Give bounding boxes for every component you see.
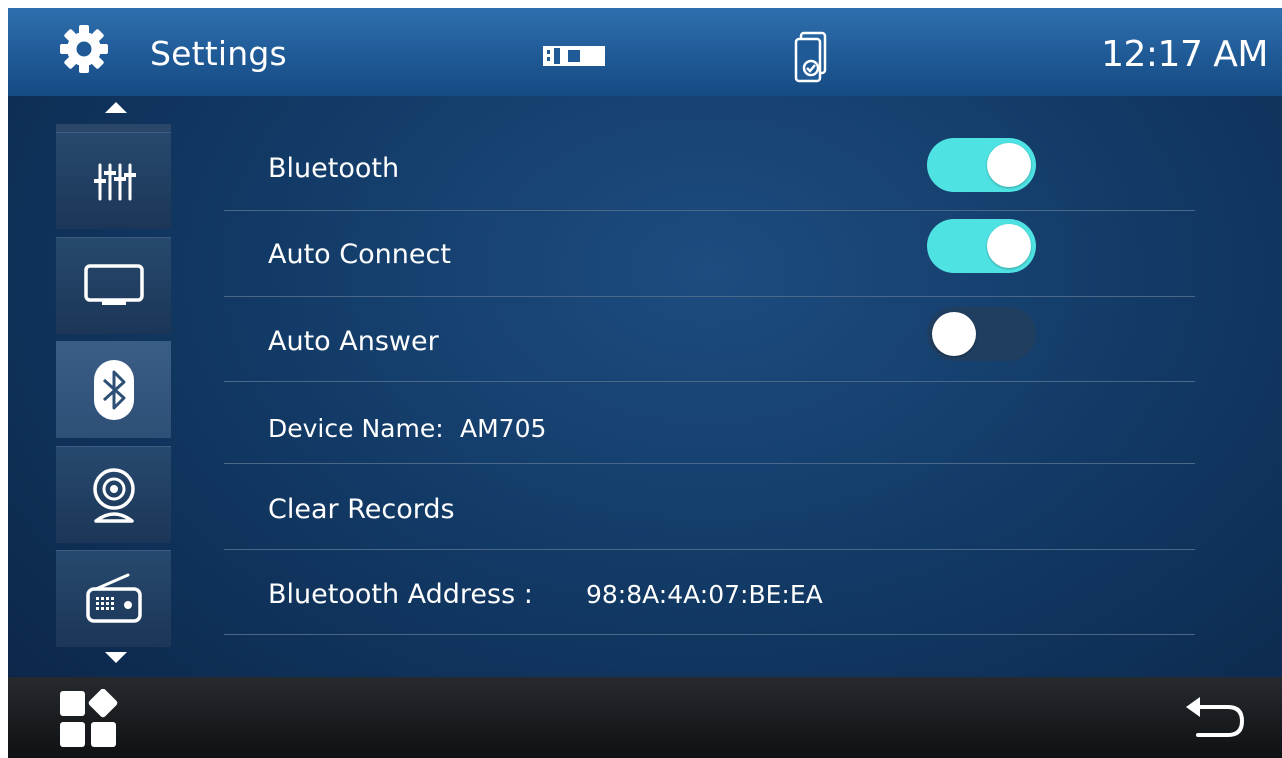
- scroll-up-arrow-icon[interactable]: [105, 102, 127, 113]
- page-title: Settings: [150, 34, 287, 73]
- sidebar-item-radio[interactable]: [56, 550, 171, 647]
- bluetooth-toggle[interactable]: [927, 138, 1036, 192]
- device-name-value: AM705: [460, 414, 547, 443]
- equalizer-icon: [93, 163, 136, 201]
- sidebar-item-camera[interactable]: [56, 446, 171, 543]
- auto-connect-toggle[interactable]: [927, 219, 1036, 273]
- sidebar-top-strip: [56, 124, 171, 132]
- bottom-bar: [8, 677, 1282, 758]
- bluetooth-label: Bluetooth: [268, 153, 400, 184]
- toggle-knob: [987, 224, 1031, 268]
- clear-records-label: Clear Records: [268, 494, 455, 525]
- clock: 12:17 AM: [1101, 34, 1268, 75]
- back-icon[interactable]: [1184, 695, 1248, 741]
- auto-answer-toggle[interactable]: [927, 307, 1036, 361]
- monitor-icon: [83, 264, 144, 305]
- setting-row-clear-records[interactable]: Clear Records: [224, 464, 1195, 550]
- radio-icon: [85, 573, 142, 623]
- scroll-down-arrow-icon[interactable]: [105, 652, 127, 663]
- toggle-knob: [932, 312, 976, 356]
- usb-icon: [543, 46, 605, 66]
- settings-screen: Settings 12:17 AM Bluetooth Auto Connect…: [8, 8, 1282, 758]
- gear-icon[interactable]: [58, 23, 110, 75]
- auto-answer-label: Auto Answer: [268, 326, 439, 357]
- bluetooth-icon: [93, 360, 134, 420]
- sidebar-item-display[interactable]: [56, 237, 171, 334]
- setting-row-auto-answer: Auto Answer: [224, 296, 1195, 382]
- phone-connection-icon: [794, 31, 827, 83]
- toggle-knob: [987, 143, 1031, 187]
- auto-connect-label: Auto Connect: [268, 239, 451, 270]
- header-bar: Settings 12:17 AM: [8, 8, 1282, 96]
- sidebar-item-bluetooth[interactable]: [56, 341, 171, 438]
- apps-icon[interactable]: [58, 689, 118, 749]
- setting-row-device-name[interactable]: Device Name: AM705: [224, 382, 1195, 464]
- bluetooth-address-label: Bluetooth Address :: [268, 579, 533, 610]
- setting-row-auto-connect: Auto Connect: [224, 211, 1195, 297]
- setting-row-bluetooth-address: Bluetooth Address : 98:8A:4A:07:BE:EA: [224, 549, 1195, 635]
- sidebar-item-equalizer[interactable]: [56, 132, 171, 229]
- camera-icon: [92, 468, 135, 523]
- device-name-label: Device Name:: [268, 414, 444, 443]
- setting-row-bluetooth: Bluetooth: [224, 125, 1195, 211]
- bluetooth-address-value: 98:8A:4A:07:BE:EA: [586, 580, 823, 609]
